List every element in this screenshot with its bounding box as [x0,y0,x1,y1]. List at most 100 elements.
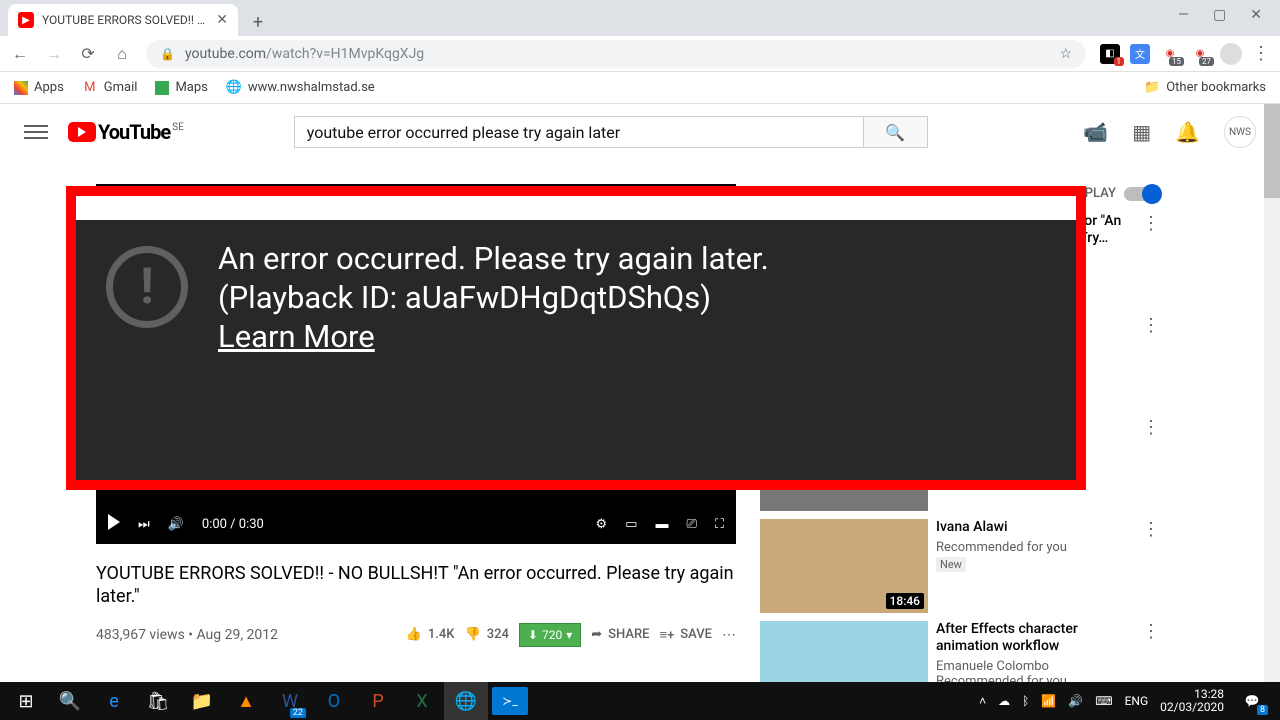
keyboard-icon[interactable]: ⌨ [1095,694,1112,708]
browser-menu-icon[interactable]: ⋮ [1252,43,1270,64]
youtube-search: 🔍 [294,116,928,148]
scroll-thumb[interactable] [1264,104,1280,198]
wifi-icon[interactable]: 📶 [1041,694,1056,708]
apps-grid-icon [14,81,28,95]
gmail-icon: M [82,80,98,96]
bookmarks-bar: Apps MGmail Maps 🌐www.nwshalmstad.se 📁Ot… [0,72,1280,104]
nws-bookmark[interactable]: 🌐www.nwshalmstad.se [226,80,375,96]
dislike-button[interactable]: 👎324 [465,627,509,642]
back-button[interactable]: ← [10,44,30,64]
youtube-logo[interactable]: YouTube SE [68,120,184,144]
extension-icons: ◧1 文 ◉15 ◉27 ⋮ [1100,43,1270,65]
extension-icon[interactable]: ◉27 [1190,44,1210,64]
related-video[interactable]: 18:46 Ivana AlawiRecommended for youNew … [760,519,1160,613]
share-button[interactable]: ➦SHARE [591,627,649,642]
scrollbar[interactable] [1264,104,1280,682]
tray-chevron-icon[interactable]: ˄ [979,694,986,708]
extension-icon[interactable]: ◉15 [1160,44,1180,64]
browser-tab[interactable]: ▶ YOUTUBE ERRORS SOLVED!! - N… ✕ [8,4,238,36]
search-taskbar-icon[interactable]: 🔍 [48,682,92,720]
other-bookmarks[interactable]: 📁Other bookmarks [1144,80,1266,96]
word-icon[interactable]: W22 [268,682,312,720]
gmail-bookmark[interactable]: MGmail [82,80,138,96]
notifications-bell-icon[interactable]: 🔔 [1175,120,1200,144]
extension-icon[interactable]: ◧1 [1100,44,1120,64]
error-overlay: ! An error occurred. Please try again la… [66,186,1086,490]
search-input[interactable] [294,116,864,148]
download-icon: ⬇ [528,628,538,642]
fullscreen-icon[interactable]: ⛶ [715,517,724,532]
store-icon[interactable]: 🛍 [136,682,180,720]
download-button[interactable]: ⬇720 ▾ [519,623,581,647]
tab-title: YOUTUBE ERRORS SOLVED!! - N… [42,13,208,27]
like-button[interactable]: 👍1.4K [406,627,455,642]
hamburger-menu-icon[interactable] [24,120,48,144]
error-panel: ! An error occurred. Please try again la… [76,220,1076,480]
tab-close-icon[interactable]: ✕ [216,12,228,28]
learn-more-link[interactable]: Learn More [218,318,375,355]
volume-tray-icon[interactable]: 🔊 [1068,694,1083,708]
close-window-button[interactable]: ✕ [1250,7,1262,23]
action-center-icon[interactable]: 💬8 [1236,685,1268,717]
settings-gear-icon[interactable]: ⚙ [596,517,608,532]
more-actions-icon[interactable]: ⋯ [722,627,736,643]
save-button[interactable]: ≡+SAVE [659,627,712,643]
thumbs-down-icon: 👎 [465,627,481,642]
item-menu-icon[interactable]: ⋮ [1142,621,1160,642]
forward-button[interactable]: → [44,44,64,64]
globe-icon: 🌐 [226,80,242,96]
item-menu-icon[interactable]: ⋮ [1142,213,1160,234]
create-video-icon[interactable]: 📹 [1083,120,1108,144]
reload-button[interactable]: ⟳ [78,44,98,63]
related-video[interactable]: 1:25:25 After Effects character animatio… [760,621,1160,682]
home-button[interactable]: ⌂ [112,44,132,64]
youtube-favicon-icon: ▶ [18,12,34,28]
excel-icon[interactable]: X [400,682,444,720]
cast-icon[interactable]: ⎚ [686,517,696,532]
url-text: youtube.com/watch?v=H1MvpKqgXJg [185,46,1049,62]
file-explorer-icon[interactable]: 📁 [180,682,224,720]
lock-icon: 🔒 [160,47,175,61]
toggle-switch [1124,187,1160,201]
video-metadata: 483,967 views • Aug 29, 2012 👍1.4K 👎324 … [96,623,736,647]
url-input[interactable]: 🔒 youtube.com/watch?v=H1MvpKqgXJg ☆ [146,40,1086,68]
miniplayer-icon[interactable]: ▭ [625,517,637,532]
apps-grid-icon[interactable]: ▦ [1132,120,1151,144]
video-thumbnail: 1:25:25 [760,621,928,682]
new-tab-button[interactable]: + [244,8,272,36]
apps-bookmark[interactable]: Apps [14,80,64,95]
chrome-taskbar-icon[interactable]: 🌐 [444,682,488,720]
search-button[interactable]: 🔍 [864,116,928,148]
minimize-button[interactable]: — [1178,7,1189,23]
outlook-icon[interactable]: O [312,682,356,720]
search-icon: 🔍 [885,123,905,142]
item-menu-icon[interactable]: ⋮ [1142,315,1160,336]
maximize-button[interactable]: ▢ [1213,7,1226,23]
vlc-icon[interactable]: ▲ [224,682,268,720]
item-menu-icon[interactable]: ⋮ [1142,417,1160,438]
volume-icon[interactable]: 🔊 [168,517,184,532]
onedrive-icon[interactable]: ☁ [998,694,1010,708]
profile-avatar-icon[interactable] [1220,43,1242,65]
video-title: YOUTUBE ERRORS SOLVED!! - NO BULLSH!T "A… [96,562,736,609]
language-indicator[interactable]: ENG [1125,694,1149,708]
next-button[interactable]: ⏭ [138,517,150,532]
powerpoint-icon[interactable]: P [356,682,400,720]
playlist-add-icon: ≡+ [659,627,674,643]
taskbar-clock[interactable]: 13:2802/03/2020 [1160,688,1224,714]
video-thumbnail: 18:46 [760,519,928,613]
start-button[interactable]: ⊞ [4,682,48,720]
translate-extension-icon[interactable]: 文 [1130,44,1150,64]
maps-icon [155,81,169,95]
play-button[interactable] [108,514,120,534]
item-menu-icon[interactable]: ⋮ [1142,519,1160,540]
ie-icon[interactable]: e [92,682,136,720]
windows-taskbar: ⊞ 🔍 e 🛍 📁 ▲ W22 O P X 🌐 ≻_ ˄ ☁ ᛒ 📶 🔊 ⌨ E… [0,682,1280,720]
bluetooth-icon[interactable]: ᛒ [1022,694,1029,708]
share-icon: ➦ [591,627,602,642]
user-avatar[interactable]: NWS [1224,116,1256,148]
app-icon[interactable]: ≻_ [492,687,528,715]
bookmark-star-icon[interactable]: ☆ [1059,46,1072,62]
theater-mode-icon[interactable]: ▬ [655,516,668,532]
maps-bookmark[interactable]: Maps [155,80,207,95]
